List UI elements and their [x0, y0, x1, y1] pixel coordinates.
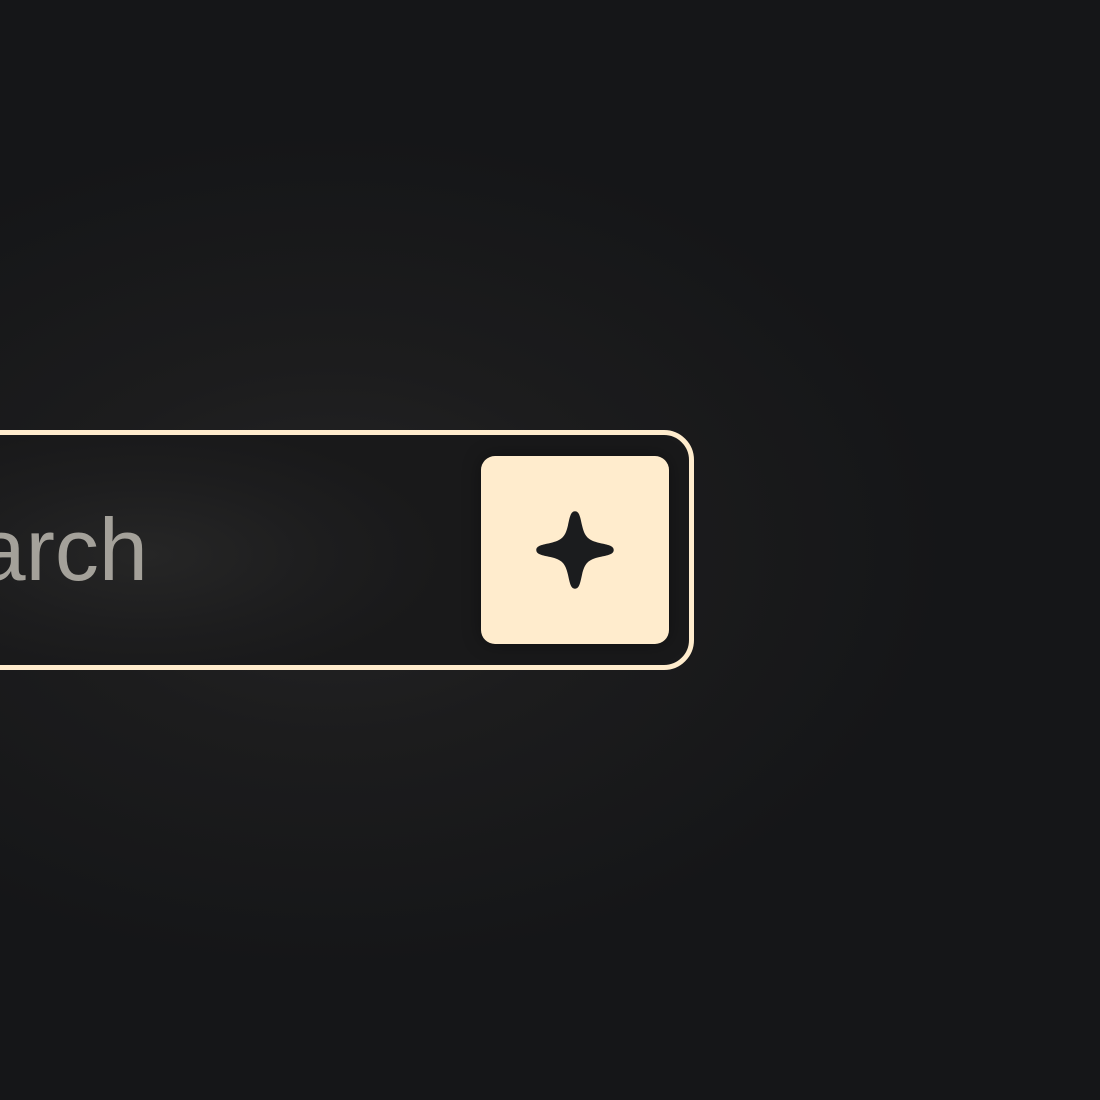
search-input[interactable]: [0, 435, 485, 665]
ai-sparkle-button[interactable]: [481, 456, 669, 644]
search-bar: [0, 430, 694, 670]
sparkle-icon: [536, 511, 614, 589]
